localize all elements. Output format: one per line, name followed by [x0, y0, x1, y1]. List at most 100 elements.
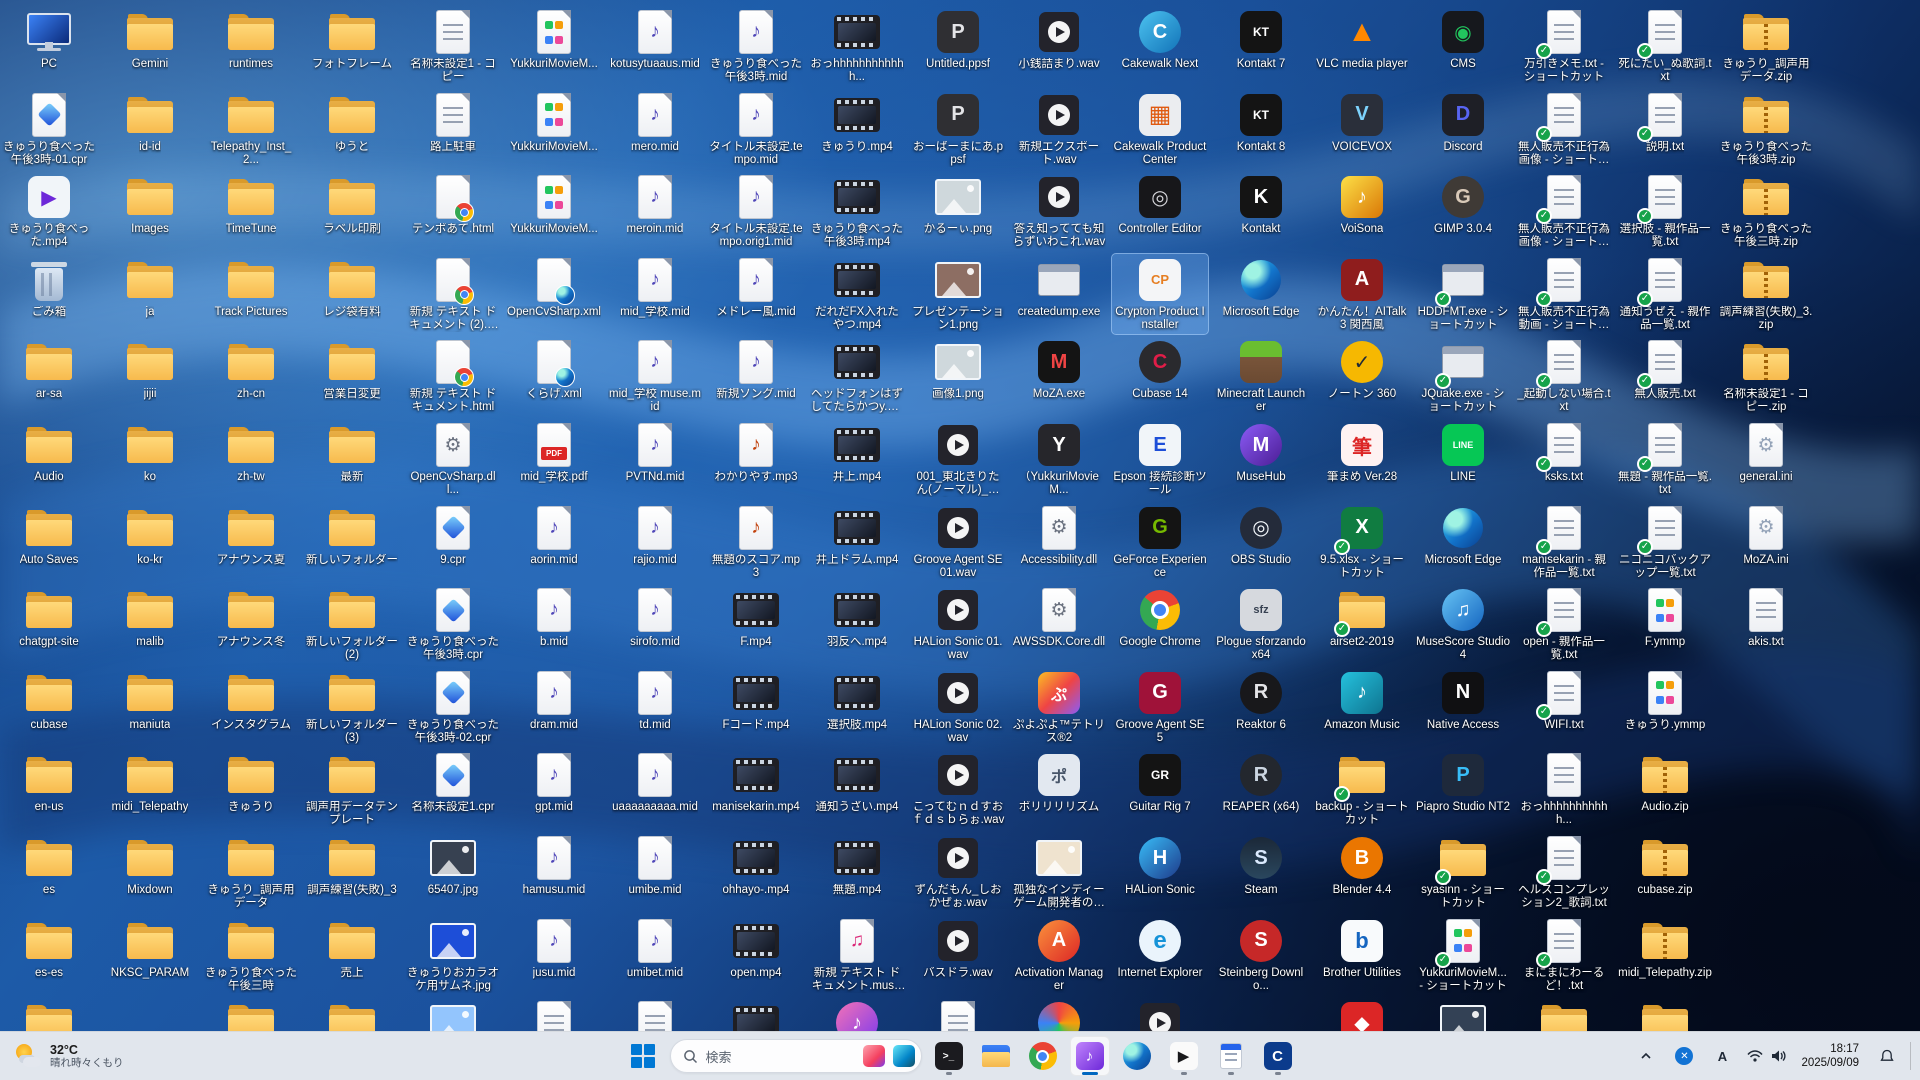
desktop-icon[interactable]: CPCrypton Product Installer [1112, 254, 1208, 334]
desktop-icon[interactable]: midi_Telepathy.zip [1617, 915, 1713, 995]
desktop-icon[interactable]: テンポあて.html [405, 171, 501, 251]
weather-widget[interactable]: 32°C 晴れ時々くもり [0, 1032, 138, 1080]
desktop-icon[interactable]: Fコード.mp4 [708, 667, 804, 747]
desktop-icon[interactable]: ずんだもん_しおかぜぉ.wav [910, 832, 1006, 912]
desktop-icon[interactable]: アナウンス冬 [203, 584, 299, 664]
desktop-icon[interactable]: ラベル印刷 [304, 171, 400, 251]
desktop-icon[interactable] [405, 997, 501, 1032]
desktop-icon[interactable]: GGroove Agent SE 5 [1112, 667, 1208, 747]
desktop-icon[interactable]: 001_東北きりたん(ノーマル)_今しゃ... [910, 419, 1006, 499]
desktop-icon[interactable]: KTKontakt 8 [1213, 89, 1309, 169]
desktop-icon[interactable]: AActivation Manager [1011, 915, 1107, 995]
desktop-icon[interactable] [910, 997, 1006, 1032]
desktop-icon[interactable]: ar-sa [1, 336, 97, 416]
desktop-icon[interactable]: runtimes [203, 6, 299, 86]
desktop-icon[interactable] [1415, 997, 1511, 1032]
desktop-icon[interactable]: ♪rajio.mid [607, 502, 703, 582]
desktop-icon[interactable]: PC [1, 6, 97, 86]
desktop-icon[interactable]: きゅうり [203, 749, 299, 829]
desktop-icon[interactable]: 調声練習(失敗)_3 [304, 832, 400, 912]
desktop-icon[interactable]: ✓WIFI.txt [1516, 667, 1612, 747]
desktop-icon[interactable]: ✓無題 - 親作品一覧.txt [1617, 419, 1713, 499]
desktop-icon[interactable]: Aかんたん！AITalk 3 関西風 [1314, 254, 1410, 334]
desktop-icon[interactable]: F.mp4 [708, 584, 804, 664]
desktop-icon[interactable]: 名称未設定1.cpr [405, 749, 501, 829]
desktop-icon[interactable]: cubase.zip [1617, 832, 1713, 912]
desktop-icon[interactable]: 名称未設定1 - コピー [405, 6, 501, 86]
desktop-icon[interactable]: きゅうり_調声用データ.zip [1718, 6, 1814, 86]
desktop-icon[interactable]: GGeForce Experience [1112, 502, 1208, 582]
desktop-icon[interactable]: だれだFX入れたやつ.mp4 [809, 254, 905, 334]
desktop-icon[interactable]: ごみ箱 [1, 254, 97, 334]
desktop-icon[interactable]: manisekarin.mp4 [708, 749, 804, 829]
desktop-icon[interactable]: ♪mero.mid [607, 89, 703, 169]
desktop-icon[interactable]: きゅうり食べった午後3時.zip [1718, 89, 1814, 169]
desktop-icon[interactable]: HALion Sonic 01.wav [910, 584, 1006, 664]
desktop-icon[interactable]: 無題.mp4 [809, 832, 905, 912]
desktop-icon[interactable]: ヘッドフォンはずしてたらかつy.mp4 [809, 336, 905, 416]
desktop-icon[interactable]: きゅうり食べった午後3時-02.cpr [405, 667, 501, 747]
desktop-icon[interactable]: ▲VLC media player [1314, 6, 1410, 86]
desktop-icon[interactable]: 通知うざい.mp4 [809, 749, 905, 829]
desktop-icon[interactable]: ♪aorin.mid [506, 502, 602, 582]
taskbar-app-notepad[interactable] [1211, 1036, 1251, 1076]
taskbar-app-music-app[interactable]: ♪ [1070, 1036, 1110, 1076]
desktop-icon[interactable]: ✓説明.txt [1617, 89, 1713, 169]
desktop-icon[interactable]: Audio [1, 419, 97, 499]
search-highlight-icon[interactable] [863, 1045, 885, 1067]
desktop-icon[interactable]: ✓JQuake.exe - ショートカット [1415, 336, 1511, 416]
taskbar-app-terminal[interactable]: >_ [929, 1036, 969, 1076]
desktop-icon[interactable]: 答え知ってても知らずいわこれ.wav [1011, 171, 1107, 251]
desktop-icon[interactable]: es-es [1, 915, 97, 995]
desktop-icon[interactable]: 営業日変更 [304, 336, 400, 416]
desktop-icon[interactable]: 名称未設定1 - コピー.zip [1718, 336, 1814, 416]
desktop-icon[interactable]: 新しいフォルダー (3) [304, 667, 400, 747]
desktop-icon[interactable]: PUntitled.ppsf [910, 6, 1006, 86]
desktop-icon[interactable]: ⚙Accessibility.dll [1011, 502, 1107, 582]
taskbar-app-microsoft-edge[interactable] [1117, 1036, 1157, 1076]
desktop-icon[interactable]: SSteinberg Downlo... [1213, 915, 1309, 995]
desktop-icon[interactable]: ◉CMS [1415, 6, 1511, 86]
desktop-icon[interactable]: 画像1.png [910, 336, 1006, 416]
desktop-icon[interactable]: 調声用データテンプレート [304, 749, 400, 829]
desktop-icon[interactable]: ✓syasinn - ショートカット [1415, 832, 1511, 912]
desktop-icon[interactable]: ♪ [809, 997, 905, 1032]
desktop-icon[interactable]: ♪gpt.mid [506, 749, 602, 829]
desktop-icon[interactable]: ✓通知うぜえ - 親作品一覧.txt [1617, 254, 1713, 334]
desktop-icon[interactable]: HHALion Sonic [1112, 832, 1208, 912]
desktop-icon[interactable]: BBlender 4.4 [1314, 832, 1410, 912]
desktop-icon[interactable]: id-id [102, 89, 198, 169]
desktop-icon[interactable]: ♪Amazon Music [1314, 667, 1410, 747]
desktop-icon[interactable]: ♪umibet.mid [607, 915, 703, 995]
desktop-icon[interactable]: ko [102, 419, 198, 499]
desktop-icon[interactable]: zh-cn [203, 336, 299, 416]
desktop-icon[interactable]: ゆうと [304, 89, 400, 169]
desktop-icon[interactable]: MMuseHub [1213, 419, 1309, 499]
desktop-icon[interactable]: ぷぷよぷよ™テトリス®2 [1011, 667, 1107, 747]
desktop-icon[interactable]: ✓無人販売.txt [1617, 336, 1713, 416]
desktop-icon[interactable]: PPiapro Studio NT2 [1415, 749, 1511, 829]
desktop-icon[interactable]: ◆ [1314, 997, 1410, 1032]
desktop-icon[interactable]: ♪umibe.mid [607, 832, 703, 912]
desktop-icon[interactable]: VVOICEVOX [1314, 89, 1410, 169]
desktop-icon[interactable]: LINELINE [1415, 419, 1511, 499]
desktop-icon[interactable]: ✓まにまにわーるど！.txt [1516, 915, 1612, 995]
taskbar-app-google-chrome[interactable] [1023, 1036, 1063, 1076]
desktop-icon[interactable]: かるーぃ.png [910, 171, 1006, 251]
desktop-icon[interactable]: PDFmid_学校.pdf [506, 419, 602, 499]
desktop-icon[interactable]: ✓ [1516, 997, 1612, 1032]
tray-app-button[interactable]: ✕ [1666, 1038, 1702, 1074]
desktop-icon[interactable]: 新規 テキスト ドキュメント (2).html [405, 254, 501, 334]
desktop-icon[interactable]: ♫新規 テキスト ドキュメント.musicxml [809, 915, 905, 995]
desktop-icon[interactable]: ♪タイトル未設定.tempo.mid [708, 89, 804, 169]
desktop-icon[interactable] [304, 997, 400, 1032]
search-box[interactable]: 検索 [670, 1039, 922, 1073]
desktop-icon[interactable]: きゅうり食べった午後3時.mp4 [809, 171, 905, 251]
desktop-icon[interactable]: TimeTune [203, 171, 299, 251]
desktop-icon[interactable]: EEpson 接続診断ツール [1112, 419, 1208, 499]
desktop-icon[interactable]: F.ymmp [1617, 584, 1713, 664]
desktop-icon[interactable]: ko-kr [102, 502, 198, 582]
desktop-icon[interactable]: 売上 [304, 915, 400, 995]
desktop-icon[interactable]: YukkuriMovieM... [506, 171, 602, 251]
desktop-icon[interactable]: Auto Saves [1, 502, 97, 582]
